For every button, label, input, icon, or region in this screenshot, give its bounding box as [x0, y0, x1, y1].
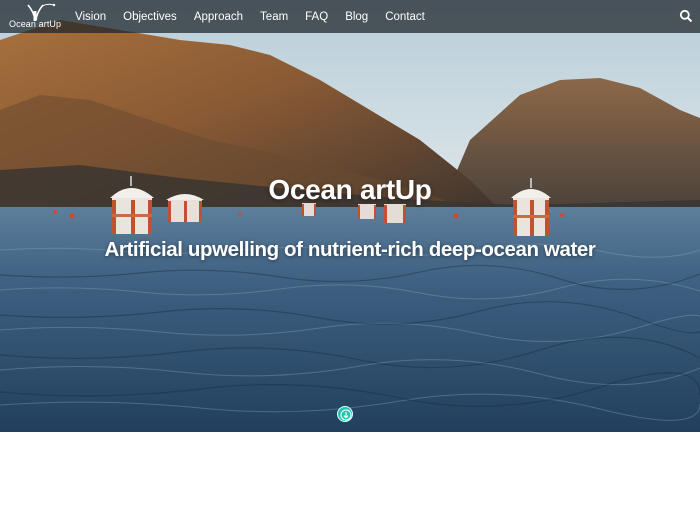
nav-item-objectives[interactable]: Objectives	[123, 11, 177, 23]
nav-item-vision[interactable]: Vision	[75, 11, 106, 23]
search-button[interactable]	[679, 9, 693, 23]
hero-background-image	[0, 0, 700, 432]
logo-text: Ocean artUp	[9, 19, 62, 29]
hero-subtitle: Artificial upwelling of nutrient-rich de…	[104, 238, 596, 261]
nav-item-faq[interactable]: FAQ	[305, 11, 328, 23]
main-nav: Vision Objectives Approach Team FAQ Blog…	[75, 0, 442, 33]
site-logo[interactable]: Ocean artUp	[6, 2, 62, 32]
nav-item-team[interactable]: Team	[260, 11, 288, 23]
search-icon	[679, 9, 693, 23]
nav-item-contact[interactable]: Contact	[385, 11, 425, 23]
hero-section: Ocean artUp Artificial upwelling of nutr…	[0, 0, 700, 432]
scroll-down-button[interactable]	[337, 406, 353, 422]
content-area	[0, 432, 700, 525]
arrow-down-circle-icon	[340, 409, 352, 421]
top-navbar: Ocean artUp Vision Objectives Approach T…	[0, 0, 700, 33]
nav-item-approach[interactable]: Approach	[194, 11, 243, 23]
hero-title: Ocean artUp	[268, 174, 432, 205]
nav-item-blog[interactable]: Blog	[345, 11, 368, 23]
